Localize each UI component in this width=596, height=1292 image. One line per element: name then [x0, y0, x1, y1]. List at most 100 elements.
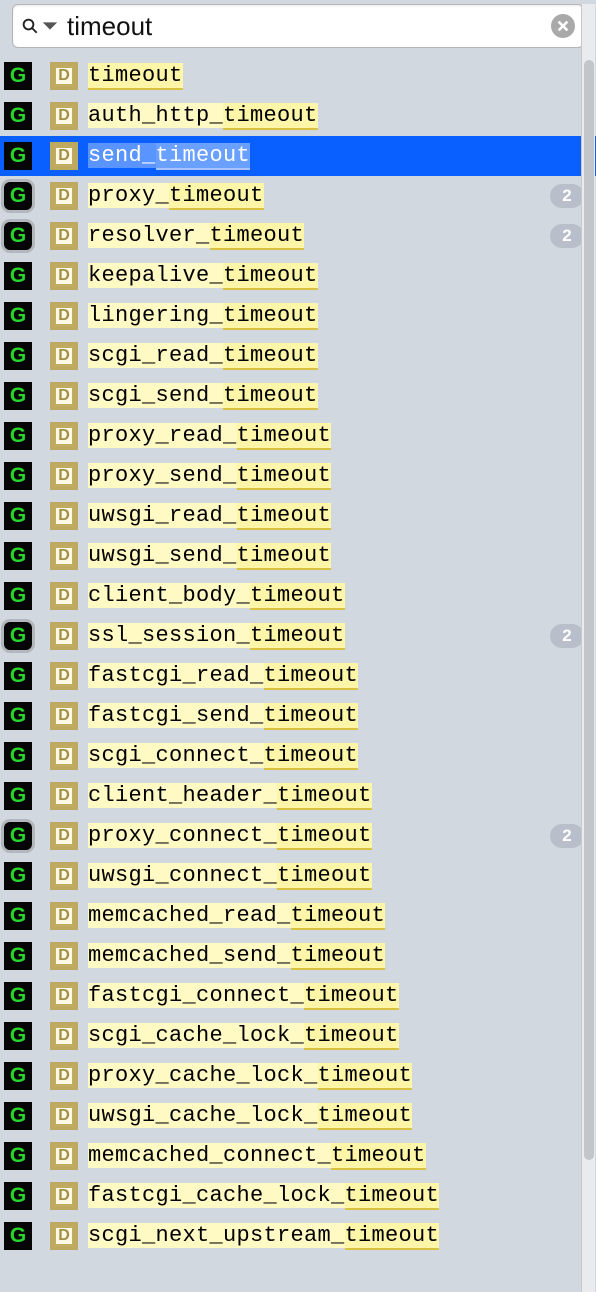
list-item[interactable]: GDscgi_send_timeout [0, 376, 596, 416]
list-item[interactable]: GDproxy_read_timeout [0, 416, 596, 456]
directive-icon: D [50, 262, 78, 290]
list-item[interactable]: GDuwsgi_read_timeout [0, 496, 596, 536]
list-item[interactable]: GDfastcgi_read_timeout [0, 656, 596, 696]
directive-icon: D [50, 502, 78, 530]
list-item[interactable]: GDssl_session_timeout2 [0, 616, 596, 656]
list-item[interactable]: GDresolver_timeout 2 [0, 216, 596, 256]
item-label: scgi_cache_lock_timeout [88, 1022, 399, 1050]
directive-icon: D [50, 342, 78, 370]
module-icon: G [4, 982, 32, 1010]
list-item[interactable]: GDscgi_connect_timeout [0, 736, 596, 776]
search-icon[interactable] [21, 17, 59, 35]
module-icon: G [4, 862, 32, 890]
item-label: proxy_send_timeout [88, 462, 331, 490]
module-icon: G [4, 1062, 32, 1090]
module-icon: G [4, 902, 32, 930]
list-item[interactable]: GDuwsgi_send_timeout [0, 536, 596, 576]
directive-icon: D [50, 1142, 78, 1170]
list-item[interactable]: GDlingering_timeout [0, 296, 596, 336]
item-label: fastcgi_read_timeout [88, 662, 358, 690]
directive-icon: D [50, 1102, 78, 1130]
directive-icon: D [50, 1062, 78, 1090]
item-label: uwsgi_send_timeout [88, 542, 331, 570]
list-item[interactable]: GDmemcached_read_timeout [0, 896, 596, 936]
module-icon: G [4, 142, 32, 170]
directive-icon: D [50, 782, 78, 810]
results-list: GDtimeoutGDauth_http_timeoutGDsend_timeo… [0, 56, 596, 1256]
item-label: lingering_timeout [88, 302, 318, 330]
list-item[interactable]: GDclient_header_timeout [0, 776, 596, 816]
module-icon: G [4, 462, 32, 490]
directive-icon: D [50, 462, 78, 490]
list-item[interactable]: GDuwsgi_connect_timeout [0, 856, 596, 896]
directive-icon: D [50, 382, 78, 410]
module-icon: G [4, 302, 32, 330]
item-label: scgi_connect_timeout [88, 742, 358, 770]
directive-icon: D [50, 302, 78, 330]
item-label: fastcgi_send_timeout [88, 702, 358, 730]
count-badge: 2 [550, 824, 584, 848]
module-icon: G [4, 542, 32, 570]
module-icon: G [4, 222, 32, 250]
module-icon: G [4, 502, 32, 530]
module-icon: G [4, 582, 32, 610]
module-icon: G [4, 822, 32, 850]
list-item[interactable]: GDtimeout [0, 56, 596, 96]
list-item[interactable]: GDfastcgi_cache_lock_timeout [0, 1176, 596, 1216]
list-item[interactable]: GDproxy_timeout2 [0, 176, 596, 216]
item-label: client_header_timeout [88, 782, 372, 810]
clear-search-button[interactable] [551, 14, 575, 38]
list-item[interactable]: GDscgi_cache_lock_timeout [0, 1016, 596, 1056]
list-item[interactable]: GDproxy_connect_timeout2 [0, 816, 596, 856]
list-item[interactable]: GDkeepalive_timeout [0, 256, 596, 296]
item-label: resolver_timeout [88, 222, 304, 250]
list-item[interactable]: GDfastcgi_connect_timeout [0, 976, 596, 1016]
directive-icon: D [50, 62, 78, 90]
search-dropdown-caret-icon[interactable] [41, 17, 59, 35]
count-badge: 2 [550, 224, 584, 248]
directive-icon: D [50, 742, 78, 770]
list-item[interactable]: GDauth_http_timeout [0, 96, 596, 136]
directive-icon: D [50, 582, 78, 610]
directive-icon: D [50, 942, 78, 970]
list-item[interactable]: GDclient_body_timeout [0, 576, 596, 616]
module-icon: G [4, 702, 32, 730]
item-label: scgi_next_upstream_timeout [88, 1222, 439, 1250]
directive-icon: D [50, 662, 78, 690]
item-label: send_timeout [88, 142, 250, 170]
scrollbar-thumb[interactable] [584, 60, 594, 1160]
directive-icon: D [50, 862, 78, 890]
list-item[interactable]: GDproxy_send_timeout [0, 456, 596, 496]
list-item[interactable]: GDfastcgi_send_timeout [0, 696, 596, 736]
list-item[interactable]: GDsend_timeout [0, 136, 596, 176]
module-icon: G [4, 1182, 32, 1210]
search-bar [12, 4, 584, 48]
list-item[interactable]: GDmemcached_send_timeout [0, 936, 596, 976]
count-badge: 2 [550, 184, 584, 208]
module-icon: G [4, 182, 32, 210]
module-icon: G [4, 662, 32, 690]
list-item[interactable]: GDuwsgi_cache_lock_timeout [0, 1096, 596, 1136]
module-icon: G [4, 262, 32, 290]
list-item[interactable]: GDmemcached_connect_timeout [0, 1136, 596, 1176]
item-label: proxy_timeout [88, 182, 264, 210]
item-label: scgi_send_timeout [88, 382, 318, 410]
directive-icon: D [50, 822, 78, 850]
list-item[interactable]: GDproxy_cache_lock_timeout [0, 1056, 596, 1096]
item-label: proxy_read_timeout [88, 422, 331, 450]
directive-icon: D [50, 1182, 78, 1210]
directive-icon: D [50, 222, 78, 250]
list-item[interactable]: GDscgi_next_upstream_timeout [0, 1216, 596, 1256]
list-item[interactable]: GDscgi_read_timeout [0, 336, 596, 376]
directive-icon: D [50, 622, 78, 650]
directive-icon: D [50, 422, 78, 450]
module-icon: G [4, 742, 32, 770]
search-input[interactable] [59, 11, 551, 42]
item-label: uwsgi_cache_lock_timeout [88, 1102, 412, 1130]
item-label: keepalive_timeout [88, 262, 318, 290]
module-icon: G [4, 382, 32, 410]
scrollbar[interactable] [581, 4, 595, 1292]
module-icon: G [4, 622, 32, 650]
module-icon: G [4, 1222, 32, 1250]
directive-icon: D [50, 1022, 78, 1050]
